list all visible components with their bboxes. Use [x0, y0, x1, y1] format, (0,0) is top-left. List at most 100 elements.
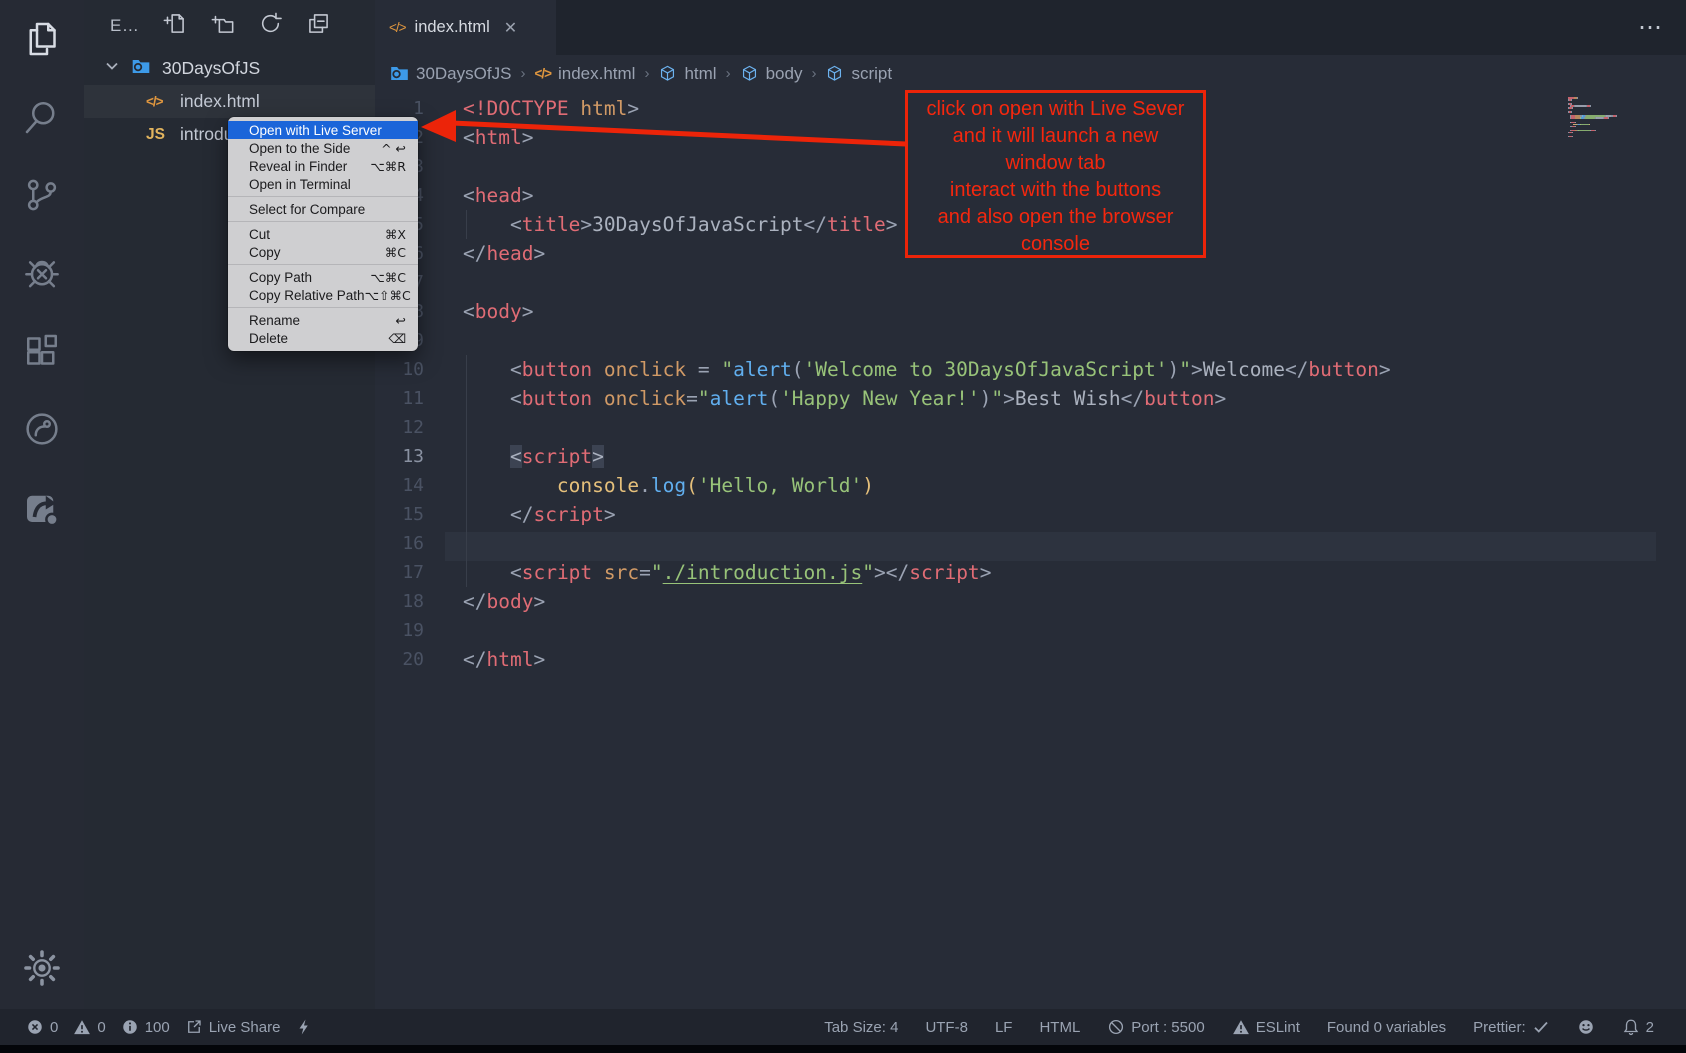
- status-label: Port : 5500: [1131, 1019, 1204, 1036]
- status-label: ESLint: [1256, 1019, 1300, 1036]
- sidebar-item-index.html[interactable]: </>index.html: [84, 85, 375, 118]
- status-item-smiley-icon[interactable]: [1577, 1018, 1595, 1036]
- code-line-12: 12: [375, 413, 1686, 442]
- live-share-circle-icon: [22, 409, 62, 449]
- html-code-icon: </>: [389, 20, 406, 35]
- activity-item-source-control[interactable]: [0, 156, 84, 234]
- error-icon: [26, 1018, 44, 1036]
- annotation-line: click on open with Live Sever: [908, 96, 1203, 123]
- activity-item-live-share[interactable]: [0, 390, 84, 468]
- code-line-20: 20</html>: [375, 645, 1686, 674]
- explorer-actions: [139, 11, 331, 41]
- code-text: [424, 326, 463, 355]
- menu-item-open-to-the-side[interactable]: Open to the Side^ ↩: [228, 139, 418, 157]
- folder-icon: [130, 57, 152, 81]
- annotation-line: and also open the browser: [908, 204, 1203, 231]
- code-line-14: 14 console.log('Hello, World'): [375, 471, 1686, 500]
- status-item-100[interactable]: 100: [121, 1018, 170, 1036]
- status-bar-right: Tab Size: 4 UTF-8 LF HTML Port : 5500 ESLint F…: [824, 1018, 1686, 1036]
- cube-icon: [740, 64, 759, 83]
- refresh-icon[interactable]: [258, 11, 283, 41]
- activity-item-explorer[interactable]: [0, 0, 84, 78]
- line-number: 10: [375, 355, 424, 384]
- files-icon: [22, 19, 62, 59]
- breadcrumb-item-html[interactable]: html: [658, 64, 716, 84]
- menu-item-delete[interactable]: Delete⌫: [228, 329, 418, 347]
- line-number: 19: [375, 616, 424, 645]
- code-line-18: 18</body>: [375, 587, 1686, 616]
- annotation-line: and it will launch a new: [908, 123, 1203, 150]
- line-number: 20: [375, 645, 424, 674]
- menu-item-copy-relative-path[interactable]: Copy Relative Path⌥⇧⌘C: [228, 286, 418, 304]
- status-item-bolt-icon[interactable]: [295, 1018, 313, 1036]
- status-item-2[interactable]: 2: [1622, 1018, 1654, 1036]
- status-item-lf[interactable]: LF: [995, 1019, 1013, 1036]
- status-item-prettier-[interactable]: Prettier:: [1473, 1018, 1550, 1036]
- activity-item-extensions[interactable]: [0, 312, 84, 390]
- menu-item-select-for-compare[interactable]: Select for Compare: [228, 200, 418, 218]
- code-line-19: 19: [375, 616, 1686, 645]
- collapse-folders-icon[interactable]: [306, 11, 331, 41]
- line-number: 16: [375, 529, 424, 558]
- menu-item-open-with-live-server[interactable]: Open with Live Server: [228, 121, 418, 139]
- breadcrumb-label: body: [766, 64, 803, 84]
- breadcrumb-item-body[interactable]: body: [740, 64, 803, 84]
- status-item-found-0-variables[interactable]: Found 0 variables: [1327, 1019, 1446, 1036]
- file-label: index.html: [180, 91, 260, 112]
- activity-item-run-debug[interactable]: [0, 234, 84, 312]
- breadcrumb-label: index.html: [558, 64, 635, 84]
- code-line-7: 7: [375, 268, 1686, 297]
- status-item-0[interactable]: 0: [73, 1018, 105, 1036]
- menu-item-cut[interactable]: Cut⌘X: [228, 225, 418, 243]
- status-bar-left: 0 0 100 Live Share: [0, 1018, 313, 1036]
- breadcrumb-separator: ›: [644, 65, 649, 82]
- tab-index-html[interactable]: </> index.html ✕: [375, 0, 556, 55]
- code-line-10: 10 <button onclick = "alert('Welcome to …: [375, 355, 1686, 384]
- line-number: 18: [375, 587, 424, 616]
- new-folder-icon[interactable]: [210, 11, 235, 41]
- minimap[interactable]: [1568, 97, 1654, 138]
- code-text: <!DOCTYPE html>: [424, 94, 639, 123]
- more-actions-icon[interactable]: ⋯: [1638, 13, 1664, 42]
- menu-item-copy-path[interactable]: Copy Path⌥⌘C: [228, 268, 418, 286]
- status-item-0[interactable]: 0: [26, 1018, 58, 1036]
- status-item-utf-8[interactable]: UTF-8: [925, 1019, 968, 1036]
- status-label: 0: [50, 1019, 58, 1036]
- annotation-line: interact with the buttons: [908, 177, 1203, 204]
- sidebar-item-root-folder[interactable]: 30DaysOfJS: [84, 52, 375, 85]
- menu-item-rename[interactable]: Rename↩: [228, 311, 418, 329]
- status-item-live-share[interactable]: Live Share: [185, 1018, 281, 1036]
- status-label: Prettier:: [1473, 1019, 1526, 1036]
- status-label: 0: [97, 1019, 105, 1036]
- activity-item-publisher[interactable]: [0, 468, 84, 546]
- menu-item-reveal-in-finder[interactable]: Reveal in Finder⌥⌘R: [228, 157, 418, 175]
- menu-item-open-in-terminal[interactable]: Open in Terminal: [228, 175, 418, 193]
- menu-item-copy[interactable]: Copy⌘C: [228, 243, 418, 261]
- annotation-line: window tab: [908, 150, 1203, 177]
- status-label: Tab Size: 4: [824, 1019, 898, 1036]
- cube-icon: [658, 64, 677, 83]
- extensions-icon: [22, 331, 62, 371]
- status-label: LF: [995, 1019, 1013, 1036]
- new-file-icon[interactable]: [162, 11, 187, 41]
- status-item-html[interactable]: HTML: [1039, 1019, 1080, 1036]
- close-icon[interactable]: ✕: [504, 18, 517, 38]
- status-item-tab-size-4[interactable]: Tab Size: 4: [824, 1019, 898, 1036]
- code-text: [424, 529, 463, 558]
- code-line-13: 13 <script>: [375, 442, 1686, 471]
- status-item-eslint[interactable]: ESLint: [1232, 1018, 1300, 1036]
- status-item-port-5500[interactable]: Port : 5500: [1107, 1018, 1204, 1036]
- breadcrumb-item-script[interactable]: script: [825, 64, 892, 84]
- code-line-8: 8<body>: [375, 297, 1686, 326]
- bell-icon: [1622, 1018, 1640, 1036]
- breadcrumb-item-30DaysOfJS[interactable]: 30DaysOfJS: [390, 64, 511, 84]
- gear-icon[interactable]: [0, 949, 84, 987]
- activity-item-search[interactable]: [0, 78, 84, 156]
- line-number: 14: [375, 471, 424, 500]
- code-text: </body>: [424, 587, 545, 616]
- breadcrumb-item-index.html[interactable]: </>index.html: [534, 64, 635, 84]
- status-label: UTF-8: [925, 1019, 968, 1036]
- explorer-title: E…: [110, 16, 139, 36]
- annotation-box: click on open with Live Severand it will…: [905, 90, 1206, 258]
- code-line-9: 9: [375, 326, 1686, 355]
